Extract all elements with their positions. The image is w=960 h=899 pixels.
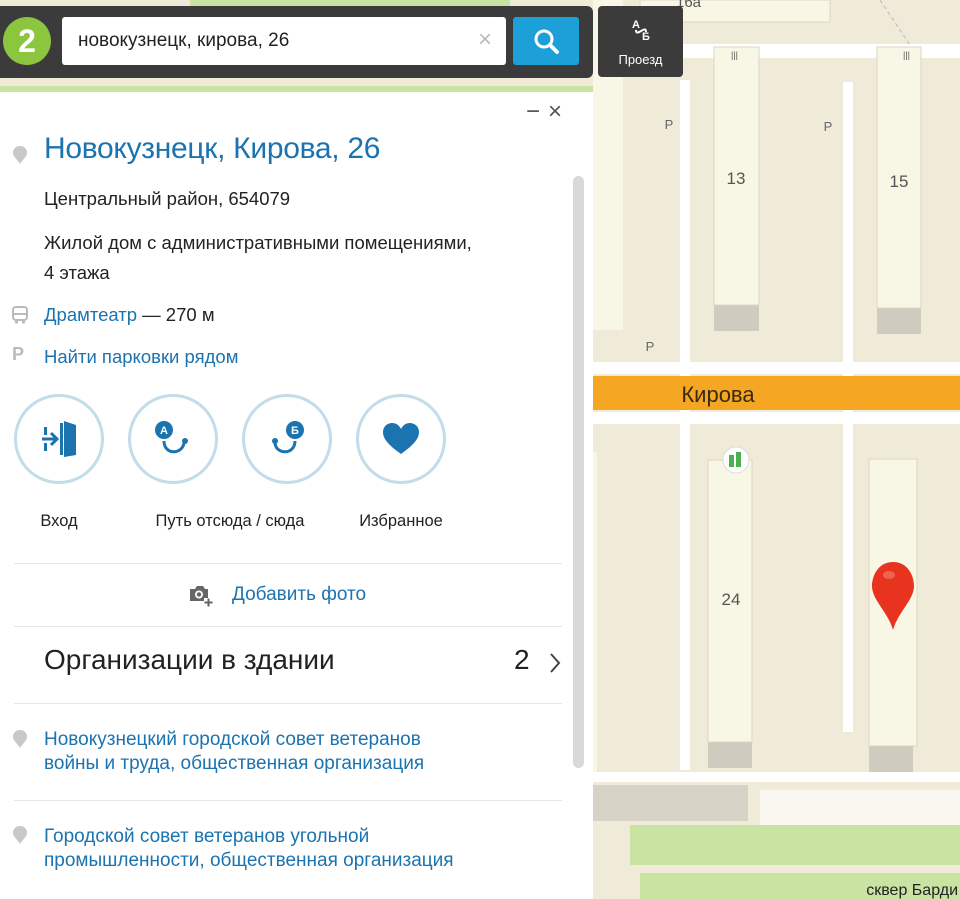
parking-icon: P bbox=[12, 344, 25, 364]
route-ab-icon: А Б bbox=[632, 19, 650, 43]
add-photo-icon bbox=[190, 586, 213, 607]
svg-text:А: А bbox=[160, 425, 168, 437]
parking-mark: P bbox=[824, 119, 833, 134]
park-area bbox=[630, 825, 960, 865]
building-label-15: 15 bbox=[890, 172, 909, 191]
org-item-2[interactable]: Городской совет ветеранов угольной промы… bbox=[44, 825, 544, 873]
stop-distance: — 270 м bbox=[142, 304, 215, 325]
route-b-icon: Б bbox=[272, 421, 304, 454]
favorite-button[interactable] bbox=[356, 394, 446, 484]
square-label: сквер Барди bbox=[866, 882, 958, 899]
place-pin-icon bbox=[13, 146, 27, 164]
svg-text:Б: Б bbox=[642, 31, 650, 43]
map-road bbox=[680, 80, 690, 770]
route-to-button[interactable]: Б bbox=[242, 394, 332, 484]
parking-mark: P bbox=[665, 117, 674, 132]
close-button[interactable]: × bbox=[548, 100, 562, 124]
search-input[interactable] bbox=[78, 17, 458, 65]
org-name-line-1[interactable]: Новокузнецкий городской совет ветеранов bbox=[44, 728, 544, 752]
heart-icon bbox=[383, 423, 419, 454]
add-photo-link[interactable]: Добавить фото bbox=[232, 584, 366, 606]
building-shadow bbox=[869, 746, 913, 772]
street-kirova bbox=[593, 376, 960, 410]
route-a-icon: А bbox=[155, 421, 188, 454]
favorite-label: Избранное bbox=[359, 512, 443, 530]
search-icon bbox=[534, 29, 559, 54]
minimize-button[interactable]: − bbox=[526, 100, 540, 124]
building-shadow bbox=[714, 305, 759, 331]
place-card: − × Новокузнецк, Кирова, 26 Центральный … bbox=[0, 92, 593, 899]
entrance-icon bbox=[42, 421, 76, 457]
parking-link[interactable]: Найти парковки рядом bbox=[44, 346, 238, 368]
district-text: Центральный район, 654079 bbox=[44, 188, 291, 209]
search-field[interactable]: × bbox=[62, 17, 506, 65]
description-line-2: 4 этажа bbox=[44, 262, 110, 283]
route-label: Путь отсюда / сюда bbox=[155, 512, 305, 530]
parking-mark: P bbox=[646, 339, 655, 354]
svg-text:|||: ||| bbox=[731, 50, 738, 60]
divider bbox=[14, 563, 562, 564]
stop-row: Драмтеатр — 270 м bbox=[44, 304, 215, 326]
entrance-button[interactable] bbox=[14, 394, 104, 484]
orgs-title[interactable]: Организации в здании bbox=[44, 644, 335, 676]
bus-icon bbox=[12, 306, 28, 324]
2gis-logo[interactable]: 2 bbox=[2, 16, 52, 66]
divider bbox=[14, 626, 562, 627]
divider bbox=[14, 703, 562, 704]
clear-icon[interactable]: × bbox=[478, 27, 492, 53]
building-label-13: 13 bbox=[727, 169, 746, 188]
street-label-kirova: Кирова bbox=[681, 382, 755, 407]
route-button[interactable]: А Б Проезд bbox=[598, 6, 683, 77]
org-pin-icon bbox=[13, 826, 27, 844]
orgs-count: 2 bbox=[514, 644, 530, 675]
search-button[interactable] bbox=[513, 17, 579, 65]
route-from-button[interactable]: А bbox=[128, 394, 218, 484]
divider bbox=[14, 800, 562, 801]
scrollbar[interactable] bbox=[573, 176, 584, 768]
svg-text:А: А bbox=[632, 19, 640, 31]
route-label: Проезд bbox=[618, 52, 663, 67]
description-line-1: Жилой дом с административными помещениям… bbox=[44, 232, 472, 253]
org-name-line-1[interactable]: Городской совет ветеранов угольной bbox=[44, 825, 544, 849]
org-name-line-2[interactable]: промышленности, общественная организация bbox=[44, 849, 544, 873]
building-shadow bbox=[877, 308, 921, 334]
entrance-label: Вход bbox=[40, 512, 78, 530]
place-title: Новокузнецк, Кирова, 26 bbox=[44, 132, 381, 165]
svg-text:|||: ||| bbox=[903, 50, 910, 60]
stop-link[interactable]: Драмтеатр bbox=[44, 304, 137, 325]
svg-text:Б: Б bbox=[291, 425, 299, 437]
org-pin-icon bbox=[13, 730, 27, 748]
building-shadow bbox=[708, 742, 752, 768]
svg-text:2: 2 bbox=[18, 23, 36, 59]
org-item-1[interactable]: Новокузнецкий городской совет ветеранов … bbox=[44, 728, 544, 776]
org-name-line-2[interactable]: войны и труда, общественная организация bbox=[44, 752, 544, 776]
chevron-right-icon[interactable] bbox=[548, 652, 562, 674]
building-label-24: 24 bbox=[722, 590, 741, 609]
